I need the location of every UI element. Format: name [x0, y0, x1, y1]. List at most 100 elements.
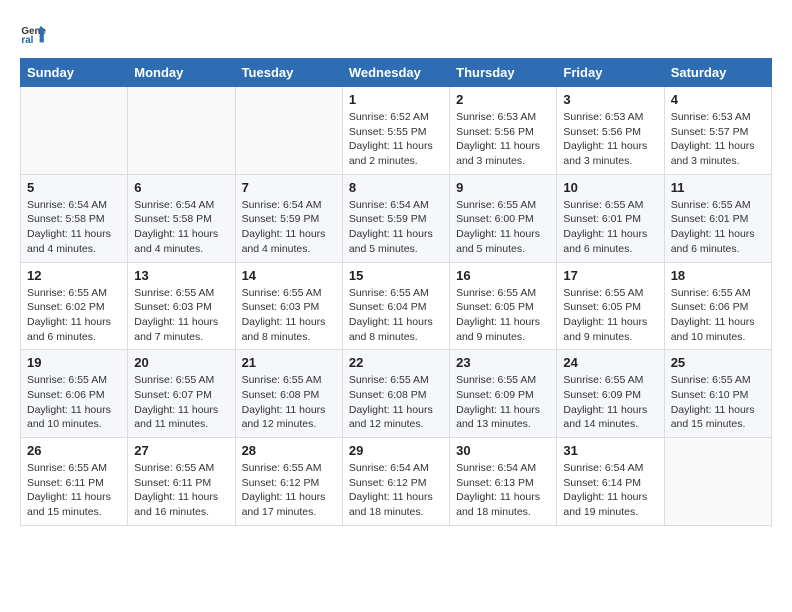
day-cell: 9 Sunrise: 6:55 AM Sunset: 6:00 PM Daylig…	[450, 174, 557, 262]
day-number: 31	[563, 443, 657, 458]
day-cell	[21, 87, 128, 175]
day-number: 23	[456, 355, 550, 370]
day-number: 12	[27, 268, 121, 283]
day-number: 30	[456, 443, 550, 458]
day-cell	[235, 87, 342, 175]
calendar-table: SundayMondayTuesdayWednesdayThursdayFrid…	[20, 58, 772, 526]
day-number: 16	[456, 268, 550, 283]
header-friday: Friday	[557, 59, 664, 87]
day-number: 22	[349, 355, 443, 370]
day-number: 29	[349, 443, 443, 458]
day-number: 27	[134, 443, 228, 458]
day-number: 4	[671, 92, 765, 107]
day-info: Sunrise: 6:55 AM Sunset: 6:09 PM Dayligh…	[456, 373, 550, 432]
day-cell: 22 Sunrise: 6:55 AM Sunset: 6:08 PM Dayli…	[342, 350, 449, 438]
day-number: 20	[134, 355, 228, 370]
calendar-header-row: SundayMondayTuesdayWednesdayThursdayFrid…	[21, 59, 772, 87]
day-cell: 2 Sunrise: 6:53 AM Sunset: 5:56 PM Daylig…	[450, 87, 557, 175]
day-cell: 24 Sunrise: 6:55 AM Sunset: 6:09 PM Dayli…	[557, 350, 664, 438]
day-info: Sunrise: 6:55 AM Sunset: 6:06 PM Dayligh…	[671, 286, 765, 345]
day-cell: 3 Sunrise: 6:53 AM Sunset: 5:56 PM Daylig…	[557, 87, 664, 175]
day-info: Sunrise: 6:55 AM Sunset: 6:05 PM Dayligh…	[456, 286, 550, 345]
header-wednesday: Wednesday	[342, 59, 449, 87]
header-thursday: Thursday	[450, 59, 557, 87]
header-monday: Monday	[128, 59, 235, 87]
day-cell: 19 Sunrise: 6:55 AM Sunset: 6:06 PM Dayli…	[21, 350, 128, 438]
header-saturday: Saturday	[664, 59, 771, 87]
day-info: Sunrise: 6:54 AM Sunset: 5:58 PM Dayligh…	[27, 198, 121, 257]
day-number: 28	[242, 443, 336, 458]
header-sunday: Sunday	[21, 59, 128, 87]
day-number: 17	[563, 268, 657, 283]
day-cell: 20 Sunrise: 6:55 AM Sunset: 6:07 PM Dayli…	[128, 350, 235, 438]
day-number: 10	[563, 180, 657, 195]
day-info: Sunrise: 6:55 AM Sunset: 6:03 PM Dayligh…	[242, 286, 336, 345]
day-cell: 18 Sunrise: 6:55 AM Sunset: 6:06 PM Dayli…	[664, 262, 771, 350]
day-info: Sunrise: 6:55 AM Sunset: 6:11 PM Dayligh…	[134, 461, 228, 520]
day-info: Sunrise: 6:55 AM Sunset: 6:11 PM Dayligh…	[27, 461, 121, 520]
day-cell: 4 Sunrise: 6:53 AM Sunset: 5:57 PM Daylig…	[664, 87, 771, 175]
week-row-4: 19 Sunrise: 6:55 AM Sunset: 6:06 PM Dayli…	[21, 350, 772, 438]
day-cell: 11 Sunrise: 6:55 AM Sunset: 6:01 PM Dayli…	[664, 174, 771, 262]
day-cell: 10Sunrise: 6:55 AM Sunset: 6:01 PM Dayli…	[557, 174, 664, 262]
day-number: 18	[671, 268, 765, 283]
day-info: Sunrise: 6:55 AM Sunset: 6:08 PM Dayligh…	[349, 373, 443, 432]
day-info: Sunrise: 6:55 AM Sunset: 6:07 PM Dayligh…	[134, 373, 228, 432]
day-info: Sunrise: 6:55 AM Sunset: 6:05 PM Dayligh…	[563, 286, 657, 345]
day-number: 6	[134, 180, 228, 195]
day-info: Sunrise: 6:55 AM Sunset: 6:08 PM Dayligh…	[242, 373, 336, 432]
day-cell: 7Sunrise: 6:54 AM Sunset: 5:59 PM Daylig…	[235, 174, 342, 262]
logo: Gene ral	[20, 20, 52, 48]
day-cell: 14 Sunrise: 6:55 AM Sunset: 6:03 PM Dayli…	[235, 262, 342, 350]
day-info: Sunrise: 6:54 AM Sunset: 6:12 PM Dayligh…	[349, 461, 443, 520]
page-header: Gene ral	[20, 20, 772, 48]
week-row-3: 12 Sunrise: 6:55 AM Sunset: 6:02 PM Dayli…	[21, 262, 772, 350]
day-number: 9	[456, 180, 550, 195]
day-number: 11	[671, 180, 765, 195]
week-row-2: 5 Sunrise: 6:54 AM Sunset: 5:58 PM Daylig…	[21, 174, 772, 262]
day-info: Sunrise: 6:55 AM Sunset: 6:09 PM Dayligh…	[563, 373, 657, 432]
day-number: 21	[242, 355, 336, 370]
day-cell	[664, 438, 771, 526]
day-info: Sunrise: 6:55 AM Sunset: 6:06 PM Dayligh…	[27, 373, 121, 432]
day-cell: 29 Sunrise: 6:54 AM Sunset: 6:12 PM Dayli…	[342, 438, 449, 526]
day-info: Sunrise: 6:55 AM Sunset: 6:04 PM Dayligh…	[349, 286, 443, 345]
day-info: Sunrise: 6:55 AM Sunset: 6:02 PM Dayligh…	[27, 286, 121, 345]
day-number: 24	[563, 355, 657, 370]
day-info: Sunrise: 6:54 AM Sunset: 5:59 PM Dayligh…	[349, 198, 443, 257]
day-cell: 30Sunrise: 6:54 AM Sunset: 6:13 PM Dayli…	[450, 438, 557, 526]
day-cell: 25Sunrise: 6:55 AM Sunset: 6:10 PM Dayli…	[664, 350, 771, 438]
day-cell: 12 Sunrise: 6:55 AM Sunset: 6:02 PM Dayli…	[21, 262, 128, 350]
day-number: 2	[456, 92, 550, 107]
day-number: 19	[27, 355, 121, 370]
logo-icon: Gene ral	[20, 20, 48, 48]
day-info: Sunrise: 6:55 AM Sunset: 6:03 PM Dayligh…	[134, 286, 228, 345]
svg-text:ral: ral	[21, 35, 33, 46]
day-cell: 8Sunrise: 6:54 AM Sunset: 5:59 PM Daylig…	[342, 174, 449, 262]
day-info: Sunrise: 6:53 AM Sunset: 5:56 PM Dayligh…	[563, 110, 657, 169]
day-info: Sunrise: 6:53 AM Sunset: 5:56 PM Dayligh…	[456, 110, 550, 169]
day-info: Sunrise: 6:53 AM Sunset: 5:57 PM Dayligh…	[671, 110, 765, 169]
day-cell: 17 Sunrise: 6:55 AM Sunset: 6:05 PM Dayli…	[557, 262, 664, 350]
day-cell: 6 Sunrise: 6:54 AM Sunset: 5:58 PM Daylig…	[128, 174, 235, 262]
week-row-1: 1Sunrise: 6:52 AM Sunset: 5:55 PM Daylig…	[21, 87, 772, 175]
day-number: 13	[134, 268, 228, 283]
day-info: Sunrise: 6:54 AM Sunset: 5:59 PM Dayligh…	[242, 198, 336, 257]
day-cell: 28Sunrise: 6:55 AM Sunset: 6:12 PM Dayli…	[235, 438, 342, 526]
day-info: Sunrise: 6:54 AM Sunset: 6:14 PM Dayligh…	[563, 461, 657, 520]
day-info: Sunrise: 6:55 AM Sunset: 6:01 PM Dayligh…	[671, 198, 765, 257]
day-cell: 26Sunrise: 6:55 AM Sunset: 6:11 PM Dayli…	[21, 438, 128, 526]
day-number: 25	[671, 355, 765, 370]
day-info: Sunrise: 6:54 AM Sunset: 5:58 PM Dayligh…	[134, 198, 228, 257]
day-number: 1	[349, 92, 443, 107]
day-cell	[128, 87, 235, 175]
day-info: Sunrise: 6:55 AM Sunset: 6:00 PM Dayligh…	[456, 198, 550, 257]
day-number: 5	[27, 180, 121, 195]
day-cell: 21 Sunrise: 6:55 AM Sunset: 6:08 PM Dayli…	[235, 350, 342, 438]
day-number: 3	[563, 92, 657, 107]
day-cell: 27 Sunrise: 6:55 AM Sunset: 6:11 PM Dayli…	[128, 438, 235, 526]
day-number: 14	[242, 268, 336, 283]
week-row-5: 26Sunrise: 6:55 AM Sunset: 6:11 PM Dayli…	[21, 438, 772, 526]
header-tuesday: Tuesday	[235, 59, 342, 87]
day-cell: 23 Sunrise: 6:55 AM Sunset: 6:09 PM Dayli…	[450, 350, 557, 438]
